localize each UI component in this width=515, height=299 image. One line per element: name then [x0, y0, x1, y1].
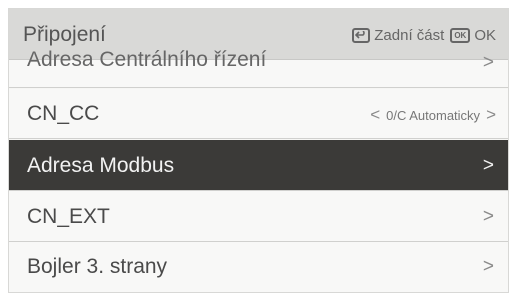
chevron-right-icon: >	[482, 155, 494, 176]
chevron-right-icon: >	[482, 52, 494, 73]
back-label: Zadní část	[374, 26, 445, 44]
back-button[interactable]: Zadní část	[352, 27, 444, 44]
back-icon	[352, 27, 371, 43]
list-item-label: CN_EXT	[27, 205, 110, 228]
chevron-right-icon: >	[482, 206, 494, 227]
ok-label: OK	[474, 26, 496, 44]
list-item-label: Adresa Modbus	[27, 154, 175, 177]
value-selector[interactable]: < 0/C Automaticky >	[370, 105, 496, 125]
list-item-cn-cc[interactable]: CN_CC < 0/C Automaticky >	[9, 89, 508, 139]
list-item-label: Adresa Centrálního řízení	[27, 48, 267, 71]
value-text: 0/C Automaticky	[386, 107, 481, 123]
list-item-label: CN_CC	[27, 102, 100, 125]
list-item-central-control-address[interactable]: Adresa Centrálního řízení >	[9, 48, 508, 88]
settings-screen: Připojení Zadní část OK OK Adresa Centrá…	[8, 8, 509, 293]
list-item-modbus-address[interactable]: Adresa Modbus >	[9, 140, 508, 191]
chevron-left-icon[interactable]: <	[370, 105, 380, 125]
ok-button[interactable]: OK OK	[450, 27, 496, 44]
list-item-label: Bojler 3. strany	[27, 255, 168, 278]
chevron-right-icon[interactable]: >	[486, 105, 496, 125]
chevron-right-icon: >	[482, 256, 494, 277]
page-title: Připojení	[23, 23, 106, 46]
list-item-third-party-boiler[interactable]: Bojler 3. strany >	[9, 242, 508, 292]
list-item-cn-ext[interactable]: CN_EXT >	[9, 191, 508, 242]
header-actions: Zadní část OK OK	[352, 24, 496, 46]
ok-icon: OK	[450, 27, 471, 43]
